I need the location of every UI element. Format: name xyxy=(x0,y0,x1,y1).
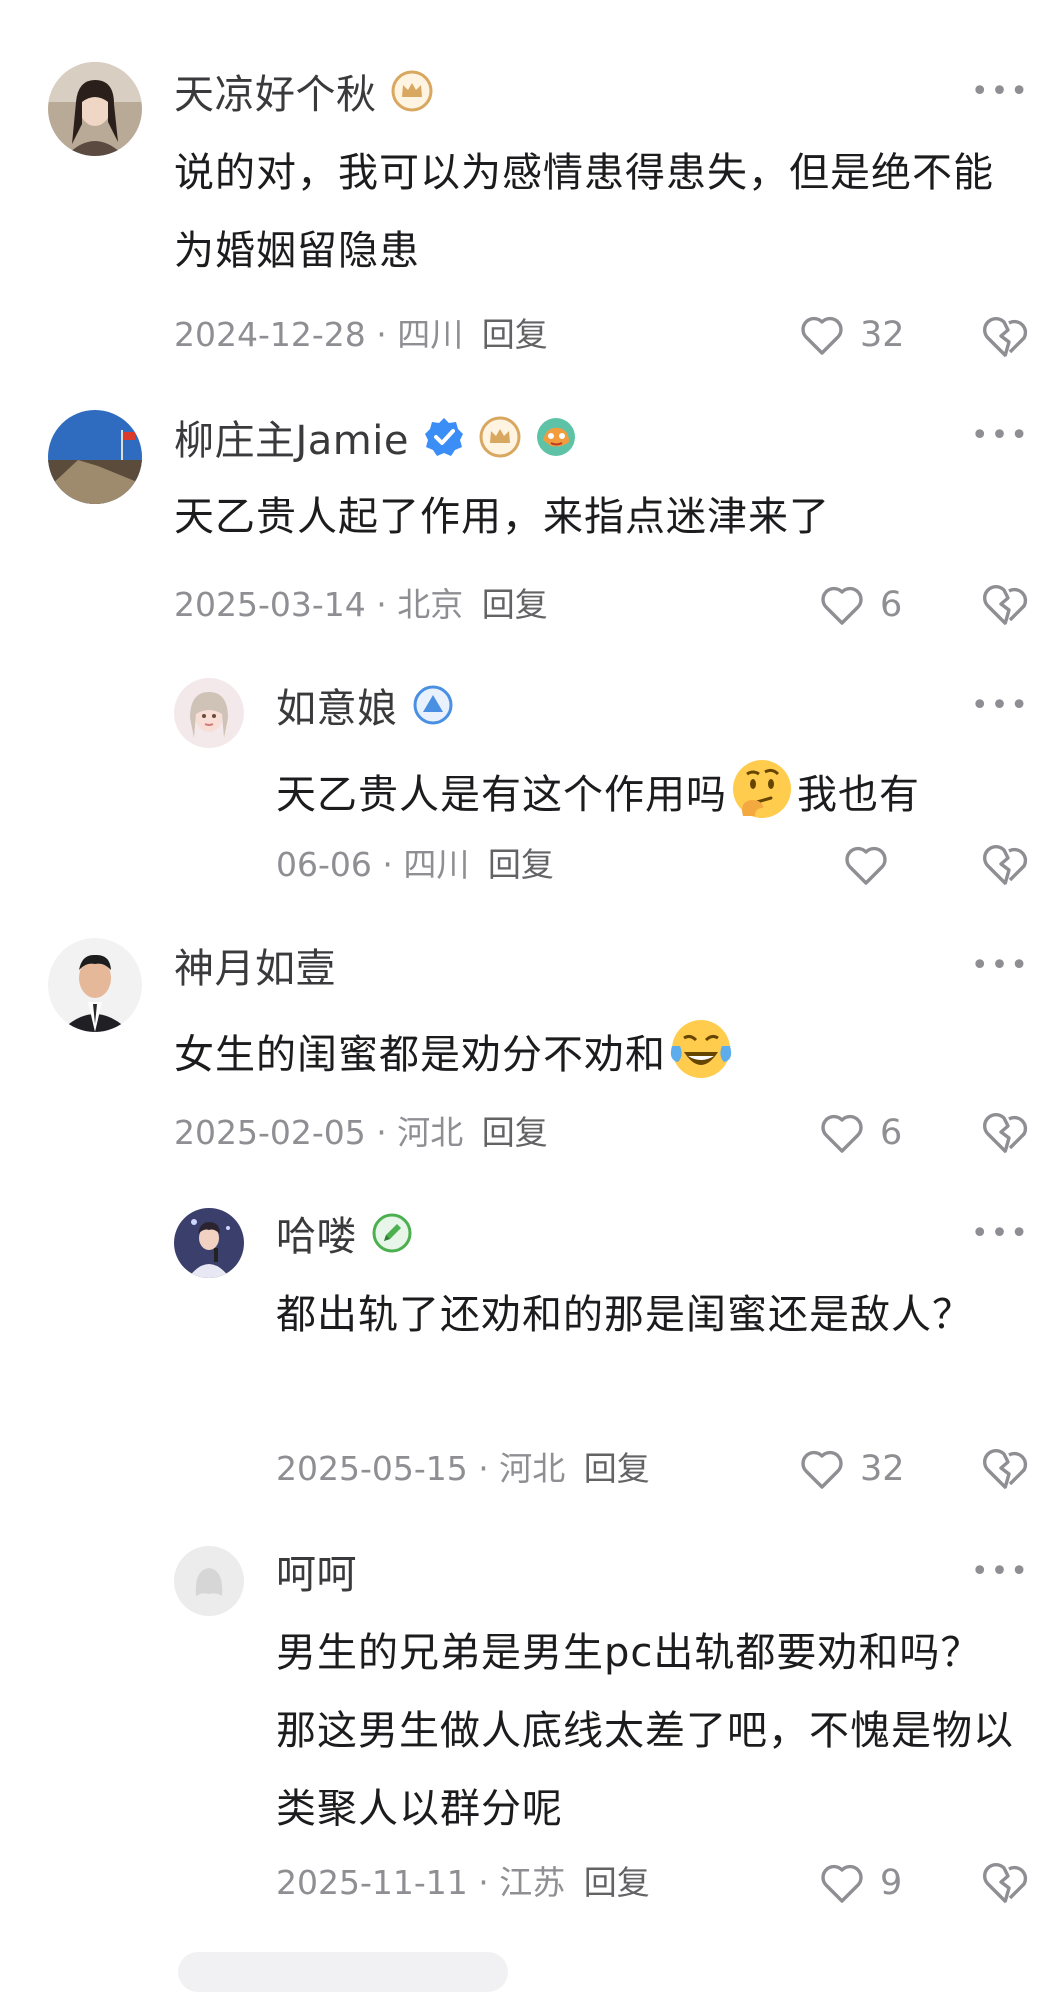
avatar[interactable] xyxy=(174,1208,244,1278)
separator: · xyxy=(376,315,387,354)
comment-date: 2025-11-11 xyxy=(276,1863,468,1902)
like-button[interactable]: 6 xyxy=(818,1108,902,1158)
comment-meta: 2025-05-15 · 河北 回复 xyxy=(276,1444,650,1494)
separator: · xyxy=(382,845,393,884)
broken-heart-icon[interactable] xyxy=(980,838,1032,890)
username[interactable]: 柳庄主Jamie xyxy=(174,408,409,466)
comment-text: 我也有 xyxy=(797,772,920,818)
like-button[interactable] xyxy=(842,840,890,890)
heart-icon xyxy=(821,1864,863,1903)
username[interactable]: 呵呵 xyxy=(276,1542,357,1600)
heart-icon xyxy=(821,1114,863,1153)
comment-content: 女生的闺蜜都是劝分不劝和 xyxy=(174,1016,1034,1094)
more-options-button[interactable]: ••• xyxy=(971,1216,1030,1251)
like-button[interactable]: 9 xyxy=(818,1858,902,1908)
laughing-crying-face-emoji-icon xyxy=(670,1020,732,1078)
comment-content: 天乙贵人是有这个作用吗 我也有 xyxy=(276,756,1036,834)
comment-content: 男生的兄弟是男生pc出轨都要劝和吗？那这男生做人底线太差了吧，不愧是物以类聚人以… xyxy=(276,1630,1014,1832)
level-up-badge-icon xyxy=(413,685,452,725)
heart-icon xyxy=(821,586,863,625)
comment-meta: 06-06 · 四川 回复 xyxy=(276,840,554,890)
like-button[interactable]: 32 xyxy=(798,1444,905,1494)
comment-meta: 2025-11-11 · 江苏 回复 xyxy=(276,1858,650,1908)
like-count: 32 xyxy=(860,315,905,355)
comment-header: 柳庄主Jamie xyxy=(174,412,577,464)
comment-header: 如意娘 xyxy=(276,680,454,732)
reply-button[interactable]: 回复 xyxy=(584,1863,650,1902)
like-count: 6 xyxy=(880,585,903,625)
avatar[interactable] xyxy=(48,938,142,1032)
reply-button[interactable]: 回复 xyxy=(482,585,548,624)
verified-badge-icon xyxy=(425,418,463,456)
separator: · xyxy=(478,1449,489,1488)
comment-header: 神月如壹 xyxy=(174,940,336,992)
broken-heart-icon[interactable] xyxy=(980,578,1032,630)
comment-date: 2025-05-15 xyxy=(276,1449,468,1488)
more-options-button[interactable]: ••• xyxy=(971,418,1030,453)
like-button[interactable]: 6 xyxy=(818,580,902,630)
more-options-button[interactable]: ••• xyxy=(971,948,1030,983)
username[interactable]: 哈喽 xyxy=(276,1204,357,1262)
comment-content: 都出轨了还劝和的那是闺蜜还是敌人？ xyxy=(276,1292,973,1338)
separator: · xyxy=(478,1863,489,1902)
comment-header: 哈喽 xyxy=(276,1208,413,1260)
like-count: 6 xyxy=(880,1113,903,1153)
comment-text: 女生的闺蜜都是劝分不劝和 xyxy=(174,1032,666,1078)
crown-badge-icon xyxy=(391,70,432,112)
comment-meta: 2025-03-14 · 北京 回复 xyxy=(174,580,548,630)
avatar[interactable] xyxy=(48,410,142,504)
more-options-button[interactable]: ••• xyxy=(971,688,1030,723)
reply-button[interactable]: 回复 xyxy=(482,315,548,354)
more-options-button[interactable]: ••• xyxy=(971,74,1030,109)
comment-location: 河北 xyxy=(499,1449,566,1488)
broken-heart-icon[interactable] xyxy=(980,1856,1032,1908)
heart-icon xyxy=(845,846,887,885)
expand-more-replies-button[interactable] xyxy=(178,1952,508,1992)
reply-button[interactable]: 回复 xyxy=(482,1113,548,1152)
comment-date: 2024-12-28 xyxy=(174,315,366,354)
username[interactable]: 神月如壹 xyxy=(174,936,336,994)
separator: · xyxy=(376,585,387,624)
broken-heart-icon[interactable] xyxy=(980,310,1032,362)
pencil-badge-icon xyxy=(372,1213,412,1253)
heart-icon xyxy=(801,1450,843,1489)
username[interactable]: 如意娘 xyxy=(276,676,398,734)
comment-location: 四川 xyxy=(397,315,464,354)
like-button[interactable]: 32 xyxy=(798,310,905,360)
thinking-face-emoji-icon xyxy=(733,760,791,818)
comment-date: 2025-02-05 xyxy=(174,1113,366,1152)
comment-content: 说的对，我可以为感情患得患失，但是绝不能为婚姻留隐患 xyxy=(174,150,994,274)
avatar[interactable] xyxy=(48,62,142,156)
comment-header: 呵呵 xyxy=(276,1546,357,1598)
comment-meta: 2025-02-05 · 河北 回复 xyxy=(174,1108,548,1158)
username[interactable]: 天凉好个秋 xyxy=(174,62,377,120)
comment-location: 江苏 xyxy=(499,1863,566,1902)
crown-badge-icon xyxy=(479,416,521,458)
reply-button[interactable]: 回复 xyxy=(488,845,554,884)
comment-location: 四川 xyxy=(403,845,470,884)
comment-header: 天凉好个秋 xyxy=(174,66,433,118)
avatar[interactable] xyxy=(174,678,244,748)
comment-text: 天乙贵人是有这个作用吗 xyxy=(276,772,727,818)
comment-location: 北京 xyxy=(397,585,464,624)
like-count: 32 xyxy=(860,1449,905,1489)
separator: · xyxy=(376,1113,387,1152)
like-count: 9 xyxy=(880,1863,903,1903)
more-options-button[interactable]: ••• xyxy=(971,1554,1030,1589)
comment-location: 河北 xyxy=(397,1113,464,1152)
reply-button[interactable]: 回复 xyxy=(584,1449,650,1488)
creator-badge-icon xyxy=(537,418,575,456)
avatar[interactable] xyxy=(174,1546,244,1616)
comment-date: 06-06 xyxy=(276,845,372,884)
broken-heart-icon[interactable] xyxy=(980,1442,1032,1494)
broken-heart-icon[interactable] xyxy=(980,1106,1032,1158)
heart-icon xyxy=(801,316,843,355)
comment-content: 天乙贵人起了作用，来指点迷津来了 xyxy=(174,494,830,540)
comment-date: 2025-03-14 xyxy=(174,585,366,624)
comment-meta: 2024-12-28 · 四川 回复 xyxy=(174,310,548,360)
